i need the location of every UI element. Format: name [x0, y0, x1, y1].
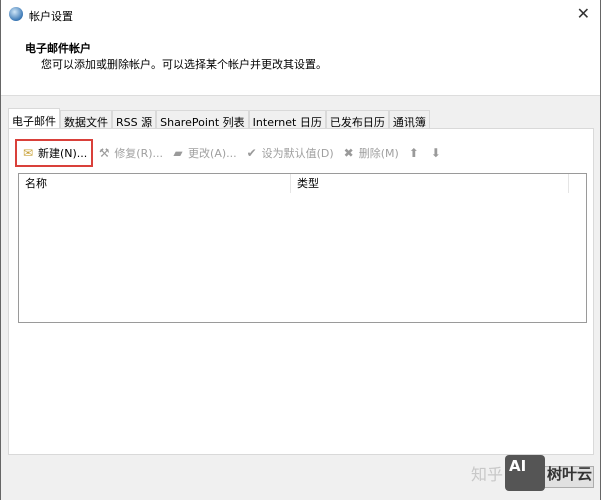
set-default-label: 设为默认值(D) — [261, 147, 334, 160]
tab-bar: 电子邮件 数据文件 RSS 源 SharePoint 列表 Internet 日… — [8, 108, 430, 129]
tab-internet-calendar[interactable]: Internet 日历 — [248, 110, 326, 129]
repair-label: 修复(R)... — [114, 147, 164, 160]
repair-button[interactable]: ⚒ 修复(R)... — [97, 145, 163, 161]
close-window-button[interactable]: ✕ — [577, 4, 590, 23]
new-mail-icon: ✉ — [22, 146, 34, 160]
tools-icon: ⚒ — [98, 146, 110, 160]
account-list[interactable]: 名称 类型 — [18, 173, 587, 323]
move-up-button[interactable]: ⬆ — [407, 146, 421, 160]
remove-button[interactable]: ✖ 删除(M) — [342, 145, 399, 161]
watermark-site: 知乎 — [471, 465, 504, 484]
header: 电子邮件帐户 您可以添加或删除帐户。可以选择某个帐户并更改其设置。 — [1, 30, 600, 96]
tab-email[interactable]: 电子邮件 — [8, 108, 60, 129]
set-default-button[interactable]: ✔ 设为默认值(D) — [245, 145, 334, 161]
arrow-up-icon: ⬆ — [408, 146, 419, 160]
toolbar: ✉ 新建(N)... ⚒ 修复(R)... ▰ 更改(A)... ✔ 设为默认值… — [15, 139, 451, 167]
outlook-globe-icon — [9, 7, 23, 21]
tab-address-book[interactable]: 通讯簿 — [388, 110, 430, 129]
tab-data-files[interactable]: 数据文件 — [60, 110, 112, 129]
change-button[interactable]: ▰ 更改(A)... — [171, 145, 237, 161]
change-label: 更改(A)... — [188, 147, 237, 160]
tab-published-calendar[interactable]: 已发布日历 — [325, 110, 389, 129]
section-title: 电子邮件帐户 — [25, 42, 91, 55]
column-header-type[interactable]: 类型 — [291, 174, 569, 193]
window-title: 帐户设置 — [29, 10, 73, 23]
remove-label: 删除(M) — [358, 147, 399, 160]
email-tab-panel: ✉ 新建(N)... ⚒ 修复(R)... ▰ 更改(A)... ✔ 设为默认值… — [8, 128, 594, 455]
new-label: 新建(N)... — [38, 147, 88, 160]
new-account-button[interactable]: ✉ 新建(N)... — [15, 139, 94, 167]
section-description: 您可以添加或删除帐户。可以选择某个帐户并更改其设置。 — [41, 58, 327, 71]
watermark: 知乎 AI 树叶云 — [471, 455, 592, 491]
tab-rss[interactable]: RSS 源 — [112, 110, 157, 129]
x-icon: ✖ — [343, 146, 354, 160]
column-header-name[interactable]: 名称 — [19, 174, 291, 193]
title-bar: 帐户设置 ✕ — [1, 0, 600, 30]
check-circle-icon: ✔ — [246, 146, 257, 160]
watermark-logo: AI — [505, 455, 546, 491]
move-down-button[interactable]: ⬇ — [429, 146, 443, 160]
arrow-down-icon: ⬇ — [430, 146, 441, 160]
watermark-brand: 树叶云 — [547, 464, 593, 483]
account-settings-window: 帐户设置 ✕ 电子邮件帐户 您可以添加或删除帐户。可以选择某个帐户并更改其设置。… — [0, 0, 601, 500]
tab-sharepoint[interactable]: SharePoint 列表 — [156, 110, 249, 129]
change-icon: ▰ — [173, 146, 183, 160]
